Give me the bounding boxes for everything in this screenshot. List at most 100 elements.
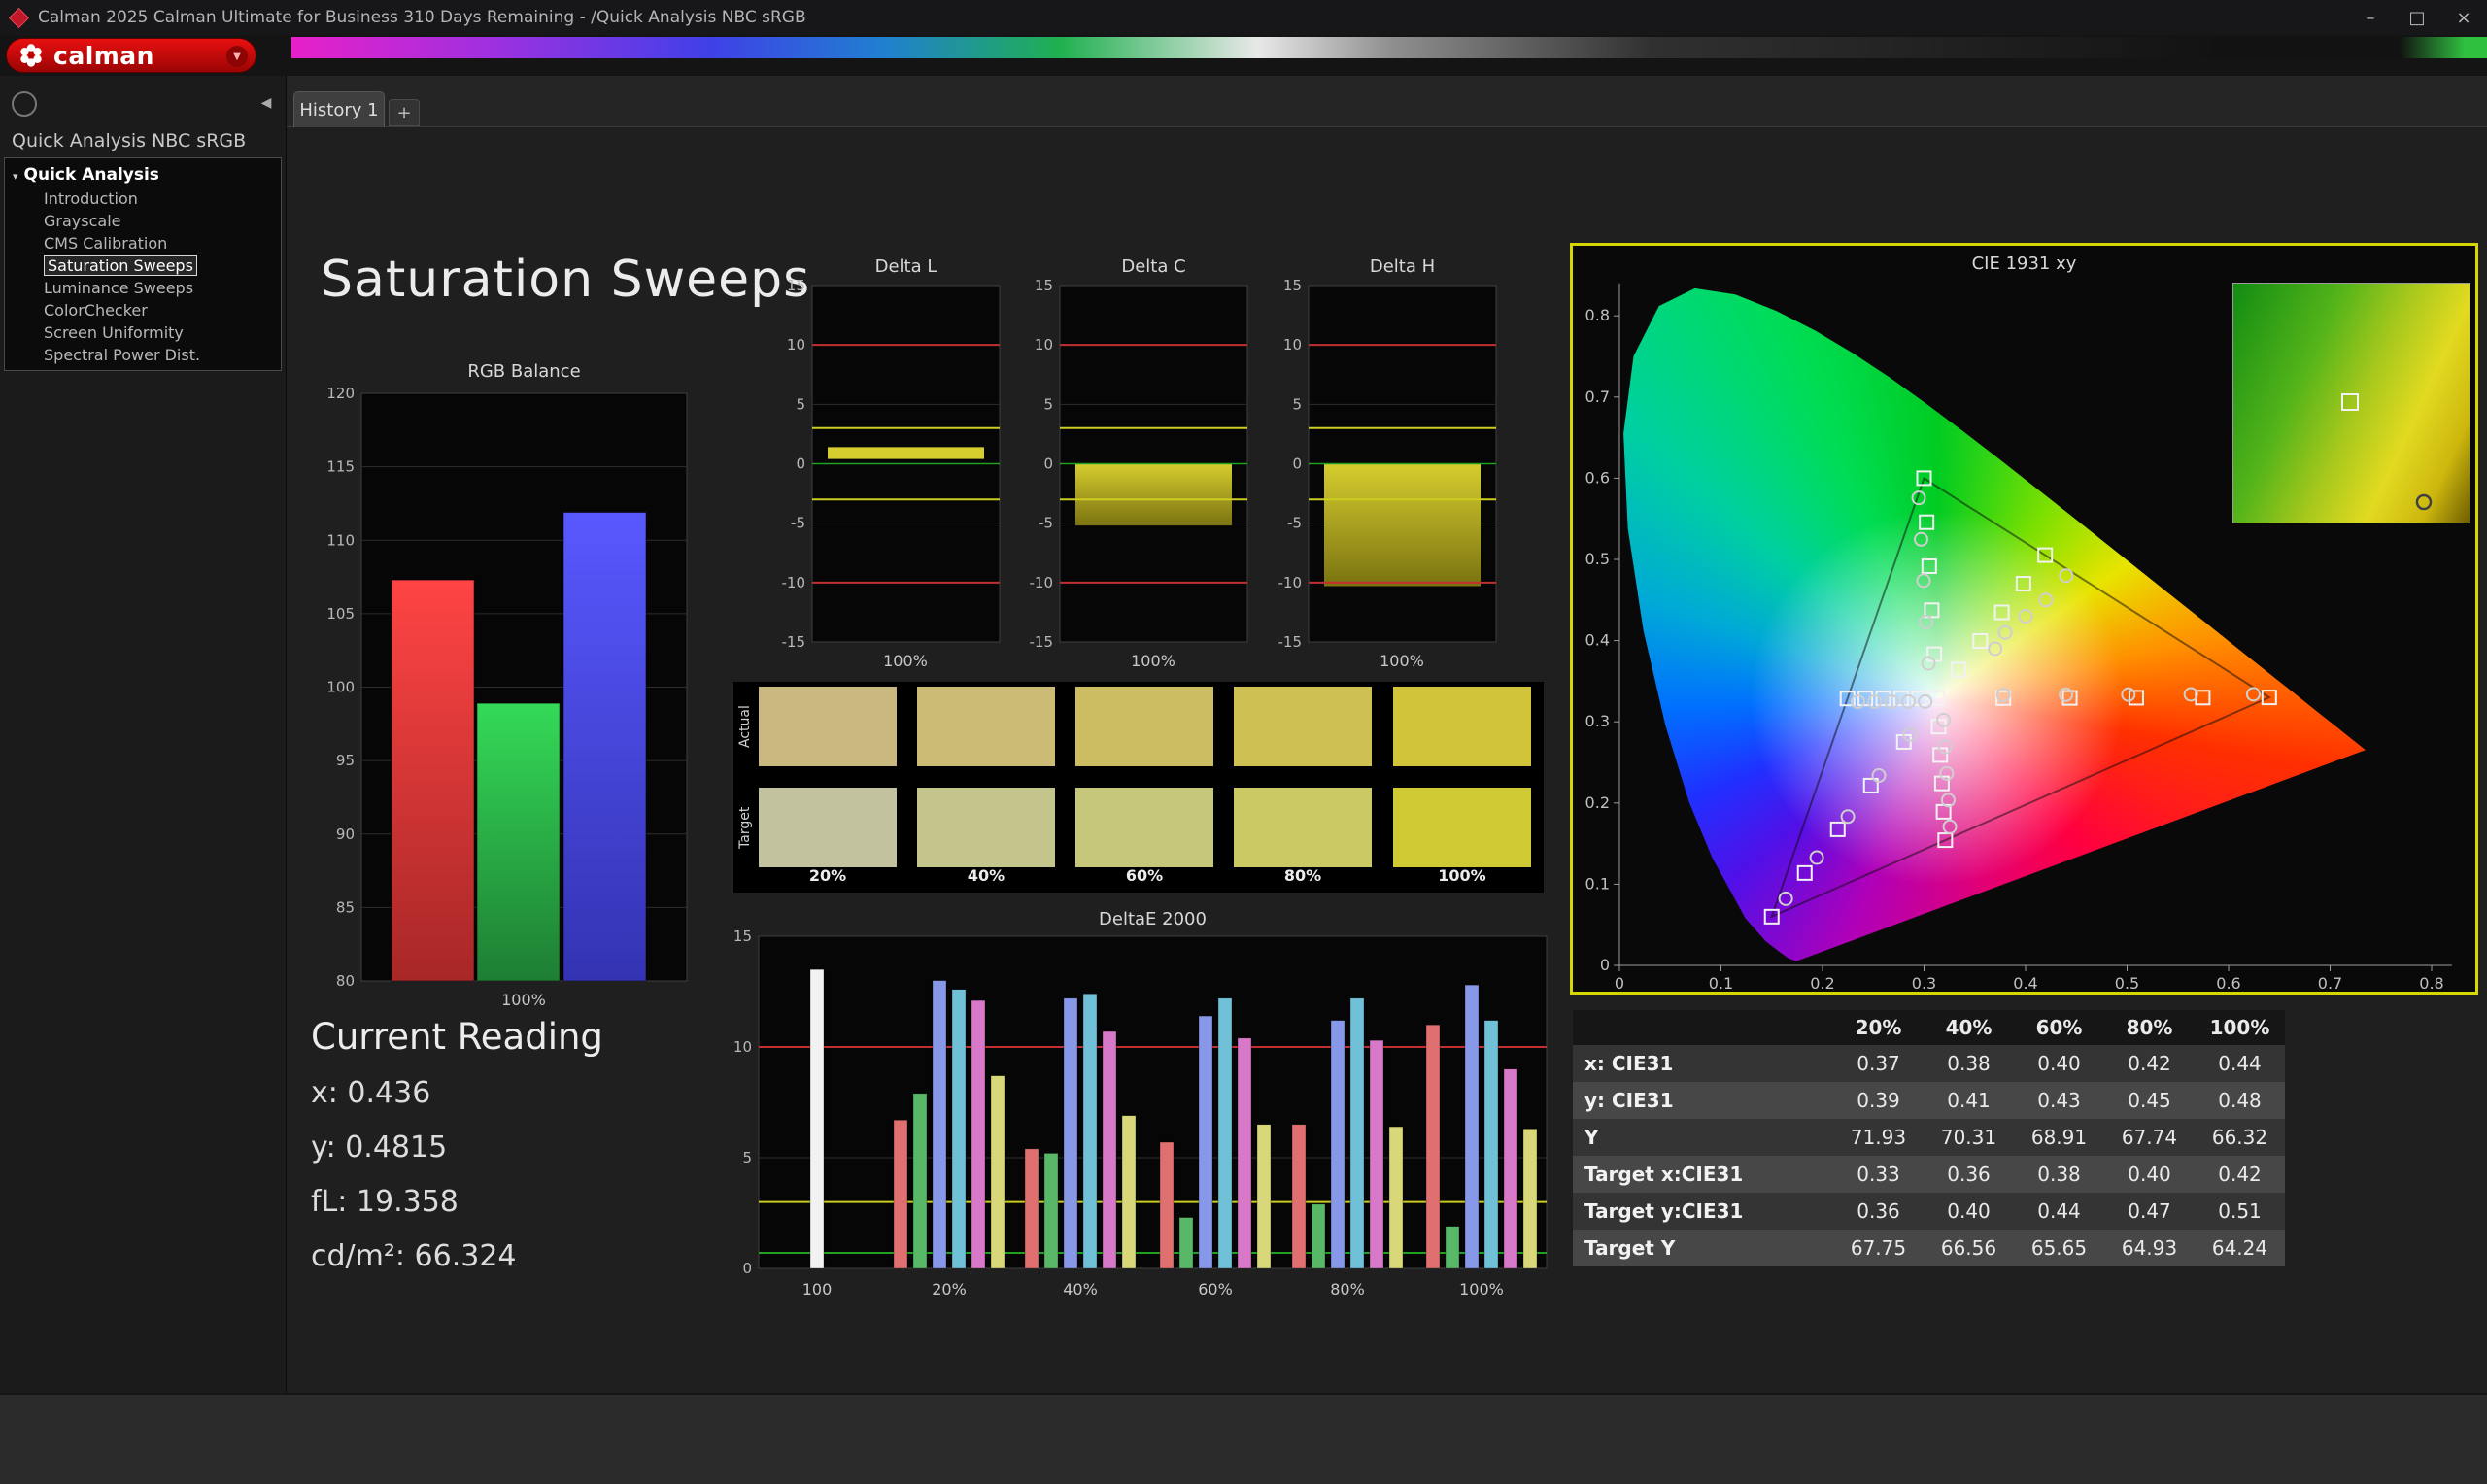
target-green-80 bbox=[1919, 514, 1935, 530]
table-cell: 65.65 bbox=[2030, 1236, 2088, 1260]
svg-text:0.3: 0.3 bbox=[1912, 974, 1936, 992]
svg-text:0.1: 0.1 bbox=[1709, 974, 1733, 992]
deltae-bar-60%-blue bbox=[1198, 1015, 1213, 1269]
deltae-bar-40%-cyan bbox=[1082, 994, 1098, 1269]
sidebar-root-quick-analysis[interactable]: ▾ Quick Analysis bbox=[5, 162, 281, 187]
actual-swatch-60% bbox=[1075, 687, 1213, 766]
spectrum-gradient-strip bbox=[291, 37, 2487, 58]
app-icon bbox=[8, 7, 30, 28]
calman-logo-icon bbox=[20, 44, 42, 67]
svg-text:100%: 100% bbox=[1131, 652, 1175, 670]
svg-text:0.6: 0.6 bbox=[1585, 468, 1610, 487]
deltae-bar-100%-magenta bbox=[1503, 1068, 1518, 1269]
svg-text:-5: -5 bbox=[1039, 515, 1053, 532]
table-cell: 71.93 bbox=[1850, 1126, 1907, 1149]
maximize-button[interactable]: □ bbox=[2394, 0, 2440, 35]
table-cell: 0.44 bbox=[2037, 1199, 2081, 1223]
delta-h-chart: -15 -10 -5 0 5 10 15 100% bbox=[1278, 278, 1497, 670]
app-window: Calman 2025 Calman Ultimate for Business… bbox=[0, 0, 2487, 1484]
delta-c-bar bbox=[1075, 463, 1232, 526]
svg-text:0.5: 0.5 bbox=[2115, 974, 2139, 992]
target-yellow-20 bbox=[1951, 661, 1967, 678]
main-toolbar: calman ▼ bbox=[0, 35, 2487, 76]
table-cell: 0.47 bbox=[2128, 1199, 2171, 1223]
deltae-bar-40%-red bbox=[1024, 1148, 1039, 1269]
deltae-bar-20%-blue bbox=[932, 980, 947, 1269]
table-cell: 0.48 bbox=[2218, 1089, 2262, 1112]
target-cyan-60 bbox=[1875, 691, 1891, 707]
minimize-button[interactable]: – bbox=[2347, 0, 2394, 35]
table-cell: 0.36 bbox=[1947, 1163, 1991, 1186]
target-red-40 bbox=[2061, 690, 2078, 706]
svg-text:5: 5 bbox=[1043, 395, 1053, 413]
table-cell: 0.42 bbox=[2128, 1052, 2171, 1075]
table-cell: 66.32 bbox=[2211, 1126, 2268, 1149]
table-row: Y 71.93 70.31 68.91 67.74 66.32 bbox=[1573, 1119, 2285, 1156]
table-row-label: x: CIE31 bbox=[1584, 1052, 1674, 1075]
svg-text:0.2: 0.2 bbox=[1585, 793, 1610, 812]
delta-c-chart: -15 -10 -5 0 5 10 15 100% bbox=[1030, 278, 1248, 670]
table-cell: 0.33 bbox=[1857, 1163, 1900, 1186]
sidebar-item-grayscale[interactable]: Grayscale bbox=[5, 210, 281, 232]
svg-text:-15: -15 bbox=[1030, 633, 1054, 651]
delta-l-title: Delta L bbox=[874, 256, 937, 277]
deltae-bar-20%-cyan bbox=[951, 989, 967, 1269]
sidebar-item-introduction[interactable]: Introduction bbox=[5, 187, 281, 210]
deltae-bar-40%-magenta bbox=[1102, 1030, 1117, 1269]
sidebar-collapse-button[interactable]: ◀ bbox=[255, 91, 278, 115]
cie-1931-panel[interactable]: CIE 1931 xy 0 0 0.1 0.1 0.2 0.2 0.3 0.3 0.4 0.4 0.… bbox=[1573, 246, 2475, 992]
deltae-bar-60%-red bbox=[1159, 1141, 1175, 1269]
calman-menu-button[interactable]: calman ▼ bbox=[6, 38, 256, 73]
svg-text:90: 90 bbox=[336, 826, 355, 843]
svg-text:0: 0 bbox=[1043, 455, 1053, 473]
svg-text:15: 15 bbox=[733, 928, 752, 945]
svg-text:-5: -5 bbox=[791, 515, 805, 532]
deltae-bar-20%-yellow bbox=[990, 1075, 1005, 1269]
measured-green-80 bbox=[1914, 531, 1929, 547]
svg-text:95: 95 bbox=[336, 752, 355, 769]
sidebar-item-cms-calibration[interactable]: CMS Calibration bbox=[5, 232, 281, 254]
deltae-bar-60%-yellow bbox=[1256, 1124, 1272, 1269]
sidebar-menu-button[interactable] bbox=[12, 91, 37, 117]
rgb-bar-red bbox=[391, 579, 475, 982]
table-cell: 68.91 bbox=[2030, 1126, 2088, 1149]
table-cell: 0.40 bbox=[2037, 1052, 2081, 1075]
close-button[interactable]: × bbox=[2440, 0, 2487, 35]
table-cell: 0.37 bbox=[1857, 1052, 1900, 1075]
sidebar-item-saturation-sweeps[interactable]: Saturation Sweeps bbox=[5, 254, 281, 277]
measured-blue-100 bbox=[1778, 891, 1793, 906]
table-row-label: Y bbox=[1584, 1126, 1599, 1149]
chevron-down-icon: ▼ bbox=[226, 46, 248, 67]
rgb-balance-chart: 80 85 90 95 100 105 110 115 120 100% bbox=[326, 385, 688, 1009]
current-reading-y: y: 0.4815 bbox=[311, 1130, 448, 1164]
table-cell: 0.38 bbox=[1947, 1052, 1991, 1075]
window-title: Calman 2025 Calman Ultimate for Business… bbox=[38, 8, 806, 27]
sidebar-item-luminance-sweeps[interactable]: Luminance Sweeps bbox=[5, 277, 281, 299]
table-cell: 0.43 bbox=[2037, 1089, 2081, 1112]
svg-text:10: 10 bbox=[733, 1038, 752, 1056]
add-tab-button[interactable]: + bbox=[389, 99, 420, 126]
table-cell: 0.40 bbox=[2128, 1163, 2171, 1186]
table-header-cell: 20% bbox=[1855, 1016, 1902, 1039]
sidebar-item-colorchecker[interactable]: ColorChecker bbox=[5, 299, 281, 321]
rgb-balance-title: RGB Balance bbox=[467, 361, 581, 382]
sidebar-item-screen-uniformity[interactable]: Screen Uniformity bbox=[5, 321, 281, 344]
deltae-bar-80%-red bbox=[1291, 1124, 1307, 1269]
current-reading-cdm2: cd/m²: 66.324 bbox=[311, 1239, 517, 1273]
current-reading-x: x: 0.436 bbox=[311, 1076, 431, 1110]
tab-history-1[interactable]: History 1 bbox=[293, 91, 385, 128]
table-row: y: CIE31 0.39 0.41 0.43 0.45 0.48 bbox=[1573, 1082, 2285, 1119]
deltae-bar-100%-yellow bbox=[1522, 1129, 1538, 1269]
sidebar-item-spectral-power-dist-[interactable]: Spectral Power Dist. bbox=[5, 344, 281, 366]
deltae-bar-60%-cyan bbox=[1217, 997, 1233, 1269]
table-header-cell: 40% bbox=[1945, 1016, 1993, 1039]
table-row: Target y:CIE31 0.36 0.40 0.44 0.47 0.51 bbox=[1573, 1193, 2285, 1230]
deltae-bar-80%-blue bbox=[1330, 1020, 1346, 1269]
swatch-column-label: 100% bbox=[1438, 866, 1486, 885]
svg-text:-10: -10 bbox=[782, 574, 806, 591]
target-yellow-40 bbox=[1972, 633, 1989, 650]
table-cell: 64.93 bbox=[2121, 1236, 2178, 1260]
actual-swatch-80% bbox=[1234, 687, 1372, 766]
svg-text:-15: -15 bbox=[782, 633, 806, 651]
measured-yellow-60 bbox=[2018, 609, 2033, 624]
